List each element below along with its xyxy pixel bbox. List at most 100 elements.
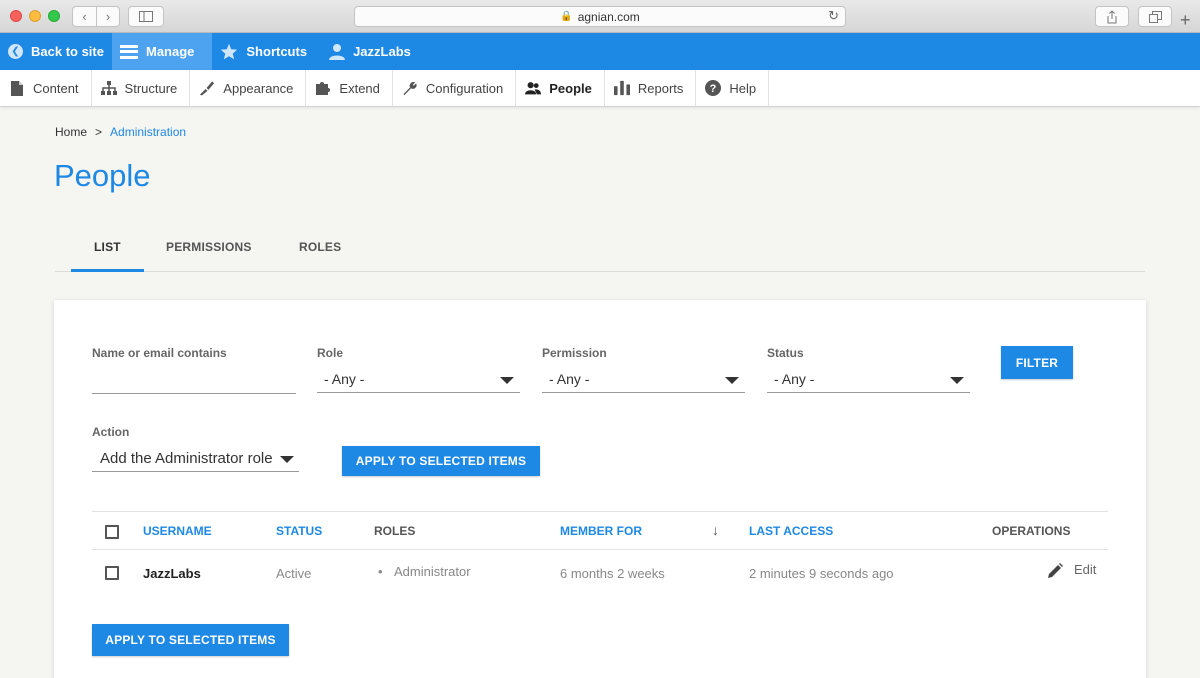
url-text: agnian.com — [577, 9, 640, 24]
table-row: JazzLabs Active • Administrator 6 months… — [92, 551, 1108, 597]
tray-item-structure[interactable]: Structure — [92, 70, 191, 106]
back-circle-icon: ❮ — [8, 44, 23, 59]
role-filter-select[interactable]: - Any - — [317, 366, 520, 393]
tray-item-label: Appearance — [223, 80, 294, 96]
tray-item-appearance[interactable]: Appearance — [190, 70, 307, 106]
pencil-icon[interactable] — [1047, 563, 1063, 584]
action-label: Action — [92, 425, 130, 439]
browser-chrome: ‹ › 🔒 agnian.com ↻ + — [0, 0, 1200, 33]
action-value: Add the Administrator role — [100, 450, 273, 467]
people-card: Name or email contains Role - Any - Perm… — [54, 300, 1146, 678]
star-icon — [220, 43, 238, 60]
role-filter-value: - Any - — [324, 371, 365, 387]
tray-item-people[interactable]: People — [516, 70, 605, 106]
lock-icon: 🔒 — [560, 11, 573, 22]
breadcrumb: Home > Administration — [55, 125, 186, 139]
tabs-icon — [1148, 10, 1162, 23]
tray-item-label: Structure — [124, 80, 178, 96]
browser-nav-group: ‹ › — [72, 6, 120, 27]
permission-filter-label: Permission — [542, 346, 607, 360]
admin-tray: Content Structure Appearance Extend Conf… — [0, 70, 1200, 107]
sort-arrow-icon[interactable]: ↓ — [712, 522, 719, 538]
breadcrumb-separator: > — [95, 125, 103, 139]
tray-item-reports[interactable]: Reports — [605, 70, 697, 106]
user-tab[interactable]: JazzLabs — [315, 33, 419, 70]
new-tab-icon[interactable]: + — [1180, 10, 1191, 30]
share-icon — [1107, 9, 1117, 23]
column-status[interactable]: STATUS — [276, 524, 322, 538]
tab-overview-button[interactable] — [1138, 6, 1172, 27]
chevron-down-icon — [725, 377, 739, 384]
user-label: JazzLabs — [353, 44, 411, 59]
action-select[interactable]: Add the Administrator role — [92, 445, 299, 472]
status-filter-value: - Any - — [774, 371, 815, 387]
row-last-access: 2 minutes 9 seconds ago — [749, 566, 894, 581]
shortcuts-label: Shortcuts — [246, 44, 308, 59]
page-title: People — [54, 158, 151, 193]
brush-icon — [199, 80, 215, 96]
maximize-window-button[interactable] — [48, 10, 60, 22]
tray-item-label: Reports — [637, 80, 684, 96]
back-arrow-icon[interactable]: ‹ — [73, 7, 96, 26]
name-filter-input[interactable] — [92, 367, 296, 394]
breadcrumb-administration[interactable]: Administration — [110, 125, 186, 139]
tray-item-label: People — [549, 80, 592, 96]
row-role: Administrator — [394, 564, 471, 579]
status-filter-label: Status — [767, 346, 804, 360]
status-filter-select[interactable]: - Any - — [767, 366, 970, 393]
people-table-header: USERNAME STATUS ROLES MEMBER FOR ↓ LAST … — [92, 511, 1108, 550]
row-edit-link[interactable]: Edit — [1074, 562, 1096, 577]
tray-item-label: Help — [729, 80, 757, 96]
bar-chart-icon — [613, 80, 630, 96]
forward-arrow-icon[interactable]: › — [95, 7, 119, 26]
people-icon — [525, 80, 542, 96]
address-bar[interactable]: 🔒 agnian.com ↻ — [354, 6, 846, 27]
active-tab-indicator — [71, 269, 144, 272]
share-button[interactable] — [1095, 6, 1129, 27]
minimize-window-button[interactable] — [29, 10, 41, 22]
column-operations: OPERATIONS — [992, 524, 1071, 538]
breadcrumb-home[interactable]: Home — [55, 125, 87, 139]
shortcuts-tab[interactable]: Shortcuts — [212, 33, 315, 70]
tab-roles[interactable]: ROLES — [299, 240, 341, 254]
tray-item-content[interactable]: Content — [0, 70, 92, 106]
hierarchy-icon — [100, 80, 117, 96]
admin-toolbar: ❮ Back to site Manage Shortcuts JazzLabs — [0, 33, 1200, 70]
role-filter-label: Role — [317, 346, 344, 360]
apply-to-selected-button-top[interactable]: APPLY TO SELECTED ITEMS — [342, 446, 540, 476]
column-member-for[interactable]: MEMBER FOR — [560, 524, 642, 538]
row-checkbox[interactable] — [105, 566, 119, 580]
tray-item-label: Content — [33, 80, 79, 96]
tray-item-help[interactable]: ? Help — [696, 70, 770, 106]
back-to-site-label: Back to site — [31, 44, 104, 59]
chevron-down-icon — [500, 377, 514, 384]
close-window-button[interactable] — [10, 10, 22, 22]
manage-tab[interactable]: Manage — [111, 33, 213, 70]
sidebar-toggle-button[interactable] — [128, 6, 164, 27]
column-last-access[interactable]: LAST ACCESS — [749, 524, 833, 538]
help-icon: ? — [705, 80, 722, 96]
row-member-for: 6 months 2 weeks — [560, 566, 665, 581]
secondary-tabs: LIST PERMISSIONS ROLES — [55, 228, 1145, 272]
permission-filter-select[interactable]: - Any - — [542, 366, 745, 393]
filter-button[interactable]: FILTER — [1001, 346, 1073, 379]
document-icon — [9, 80, 25, 96]
column-username[interactable]: USERNAME — [143, 524, 212, 538]
tray-item-extend[interactable]: Extend — [306, 70, 393, 106]
row-status: Active — [276, 566, 312, 581]
tray-item-label: Extend — [339, 80, 380, 96]
tab-list[interactable]: LIST — [94, 240, 121, 254]
row-username-link[interactable]: JazzLabs — [143, 566, 201, 581]
apply-to-selected-button-bottom[interactable]: APPLY TO SELECTED ITEMS — [92, 624, 289, 656]
tab-permissions[interactable]: PERMISSIONS — [166, 240, 252, 254]
svg-text:?: ? — [710, 83, 717, 95]
back-to-site-link[interactable]: ❮ Back to site — [0, 33, 112, 70]
select-all-checkbox[interactable] — [105, 525, 119, 539]
puzzle-icon — [315, 80, 331, 96]
reload-icon[interactable]: ↻ — [828, 8, 839, 24]
name-filter-label: Name or email contains — [92, 346, 227, 360]
menu-icon — [119, 44, 138, 59]
permission-filter-value: - Any - — [549, 371, 590, 387]
tray-item-configuration[interactable]: Configuration — [393, 70, 517, 106]
sidebar-icon — [139, 11, 153, 22]
